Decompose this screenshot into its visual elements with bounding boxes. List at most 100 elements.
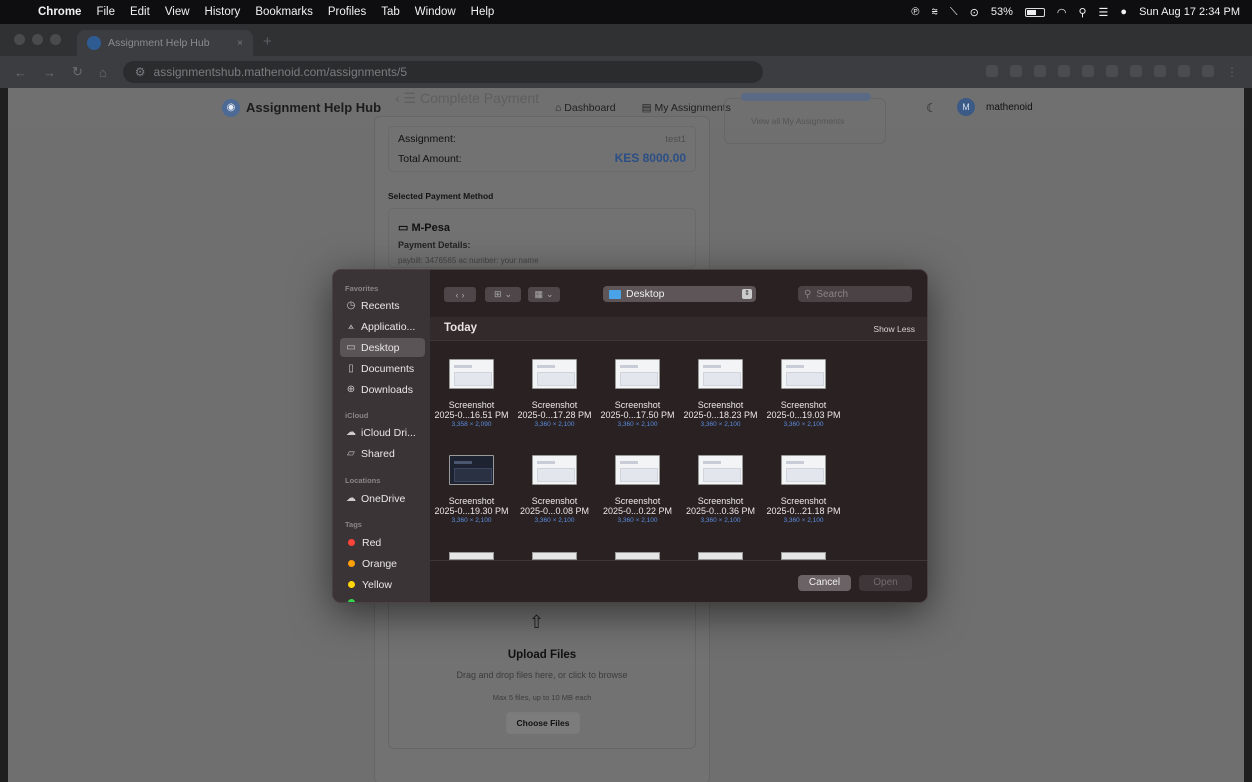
browser-tab[interactable]: Assignment Help Hub × (77, 30, 253, 56)
minimize-window-button[interactable] (32, 34, 43, 45)
search-field[interactable]: ⚲ Search (798, 286, 912, 302)
spotlight-icon[interactable]: ⚲ (1078, 6, 1086, 19)
menu-help[interactable]: Help (471, 6, 495, 18)
choose-files-button[interactable]: Choose Files (506, 712, 580, 734)
tab-title: Assignment Help Hub (108, 37, 210, 49)
extension-icon[interactable] (1154, 65, 1166, 77)
sidebar-item-applications[interactable]: ⟑ Applicatio... (340, 317, 425, 336)
brand-name[interactable]: Assignment Help Hub (246, 100, 381, 115)
primary-button[interactable] (741, 93, 871, 101)
menu-view[interactable]: View (165, 6, 190, 18)
sidebar-item-desktop[interactable]: ▭ Desktop (340, 338, 425, 357)
sidebar-item-recents[interactable]: ◷ Recents (340, 296, 425, 315)
file-item[interactable]: Screenshot 2025-0...0.22 PM 3,360 × 2,10… (596, 455, 679, 525)
chevron-right-icon[interactable]: › (462, 290, 465, 300)
tag-orange[interactable]: Orange (340, 554, 425, 573)
chevron-left-icon[interactable]: ‹ (456, 290, 459, 300)
menu-kebab-icon[interactable]: ⋮ (1226, 65, 1238, 79)
battery-icon[interactable] (1024, 7, 1045, 17)
green-tag-icon[interactable] (348, 599, 355, 602)
equalizer-icon[interactable]: ⩬ (931, 6, 937, 19)
file-thumbnail-partial[interactable] (615, 552, 660, 560)
extension-icon[interactable] (1106, 65, 1118, 77)
section-title: Today (444, 322, 478, 334)
file-item[interactable]: Screenshot 2025-0...17.50 PM 3,360 × 2,1… (596, 359, 679, 429)
menu-chrome[interactable]: Chrome (38, 6, 81, 18)
open-button[interactable]: Open (859, 575, 912, 591)
back-icon[interactable]: ← (14, 65, 27, 80)
view-all-link[interactable]: View all My Assignments (751, 116, 844, 126)
sidebar-item-onedrive[interactable]: ☁ OneDrive (340, 489, 425, 508)
brand-logo-icon[interactable]: ◉ (222, 99, 240, 117)
extension-icon[interactable] (1034, 65, 1046, 77)
file-thumbnail-partial[interactable] (532, 552, 577, 560)
file-name-line1: Screenshot (531, 496, 578, 506)
file-thumbnail-partial[interactable] (698, 552, 743, 560)
extension-icon[interactable] (1202, 65, 1214, 77)
sidebar-item-documents[interactable]: ▯ Documents (340, 359, 425, 378)
chevron-down-icon: ⌄ (504, 289, 513, 299)
view-mode-button[interactable]: ⊞ ⌄ (485, 287, 521, 302)
group-button[interactable]: ▦ ⌄ (528, 287, 560, 302)
menu-bookmarks[interactable]: Bookmarks (255, 6, 313, 18)
cancel-button[interactable]: Cancel (798, 575, 851, 591)
extension-icon[interactable] (1010, 65, 1022, 77)
avatar[interactable]: M (957, 98, 975, 116)
home-icon[interactable]: ⌂ (99, 65, 107, 80)
username[interactable]: mathenoid (986, 102, 1033, 113)
location-popup[interactable]: Desktop ⇕ (603, 286, 756, 302)
upload-dropzone[interactable]: ⇧ Upload Files Drag and drop files here,… (388, 593, 696, 749)
extension-icon[interactable] (986, 65, 998, 77)
extension-icon[interactable] (1130, 65, 1142, 77)
extension-icon[interactable] (1058, 65, 1070, 77)
sidebar-item-shared[interactable]: ▱ Shared (340, 444, 425, 463)
address-bar[interactable]: ⚙ assignmentshub.mathenoid.com/assignmen… (122, 61, 763, 83)
wifi-icon[interactable]: ◠ (1057, 6, 1067, 19)
sidebar-item-icloud-drive[interactable]: ☁ iCloud Dri... (340, 423, 425, 442)
file-item[interactable]: Screenshot 2025-0...19.03 PM 3,360 × 2,1… (762, 359, 845, 429)
zoom-window-button[interactable] (50, 34, 61, 45)
file-thumbnail-partial[interactable] (781, 552, 826, 560)
menu-edit[interactable]: Edit (130, 6, 150, 18)
nav-my-assignments[interactable]: ▤ My Assignments (642, 102, 731, 114)
menu-tab[interactable]: Tab (381, 6, 400, 18)
reload-icon[interactable]: ↻ (72, 64, 83, 80)
menu-history[interactable]: History (205, 6, 241, 18)
back-forward-buttons[interactable]: ‹ › (444, 287, 476, 302)
forward-icon[interactable]: → (43, 65, 56, 80)
file-item[interactable]: Screenshot 2025-0...21.18 PM 3,360 × 2,1… (762, 455, 845, 525)
file-item[interactable]: Screenshot 2025-0...16.51 PM 3,358 × 2,0… (430, 359, 513, 429)
sidebar-item-downloads[interactable]: ⊕ Downloads (340, 380, 425, 399)
new-tab-icon[interactable]: + (263, 33, 272, 50)
theme-toggle-icon[interactable]: ☾ (926, 101, 937, 115)
tag-yellow[interactable]: Yellow (340, 575, 425, 594)
close-window-button[interactable] (14, 34, 25, 45)
menu-file[interactable]: File (96, 6, 115, 18)
file-name-line2: 2025-0...21.18 PM (766, 506, 841, 516)
show-less-button[interactable]: Show Less (873, 324, 915, 334)
site-info-icon[interactable]: ⚙ (135, 65, 146, 79)
file-item[interactable]: Screenshot 2025-0...0.08 PM 3,360 × 2,10… (513, 455, 596, 525)
nav-dashboard[interactable]: ⌂ Dashboard (555, 102, 616, 114)
tag-red[interactable]: Red (340, 533, 425, 552)
status-icon[interactable]: ℗ (911, 6, 919, 18)
file-item[interactable]: Screenshot 2025-0...19.30 PM 3,360 × 2,1… (430, 455, 513, 525)
file-item[interactable]: Screenshot 2025-0...0.36 PM 3,360 × 2,10… (679, 455, 762, 525)
menu-profiles[interactable]: Profiles (328, 6, 366, 18)
file-thumbnail-partial[interactable] (449, 552, 494, 560)
apple-icon[interactable] (10, 5, 24, 19)
siri-icon[interactable]: ● (1120, 6, 1127, 18)
extension-icon[interactable] (1178, 65, 1190, 77)
close-tab-icon[interactable]: × (237, 37, 243, 49)
upload-limits: Max 5 files, up to 10 MB each (492, 693, 592, 702)
file-name-line1: Screenshot (614, 496, 661, 506)
file-item[interactable]: Screenshot 2025-0...17.28 PM 3,360 × 2,1… (513, 359, 596, 429)
control-center-icon[interactable]: ☰ (1099, 6, 1109, 19)
menubar-clock[interactable]: Sun Aug 17 2:34 PM (1139, 6, 1240, 18)
extension-icon[interactable] (1082, 65, 1094, 77)
play-icon[interactable]: ⊙ (970, 6, 979, 19)
menu-window[interactable]: Window (415, 6, 456, 18)
file-item[interactable]: Screenshot 2025-0...18.23 PM 3,360 × 2,1… (679, 359, 762, 429)
slash-icon[interactable]: ⟍ (950, 6, 958, 19)
search-placeholder: Search (816, 288, 849, 300)
